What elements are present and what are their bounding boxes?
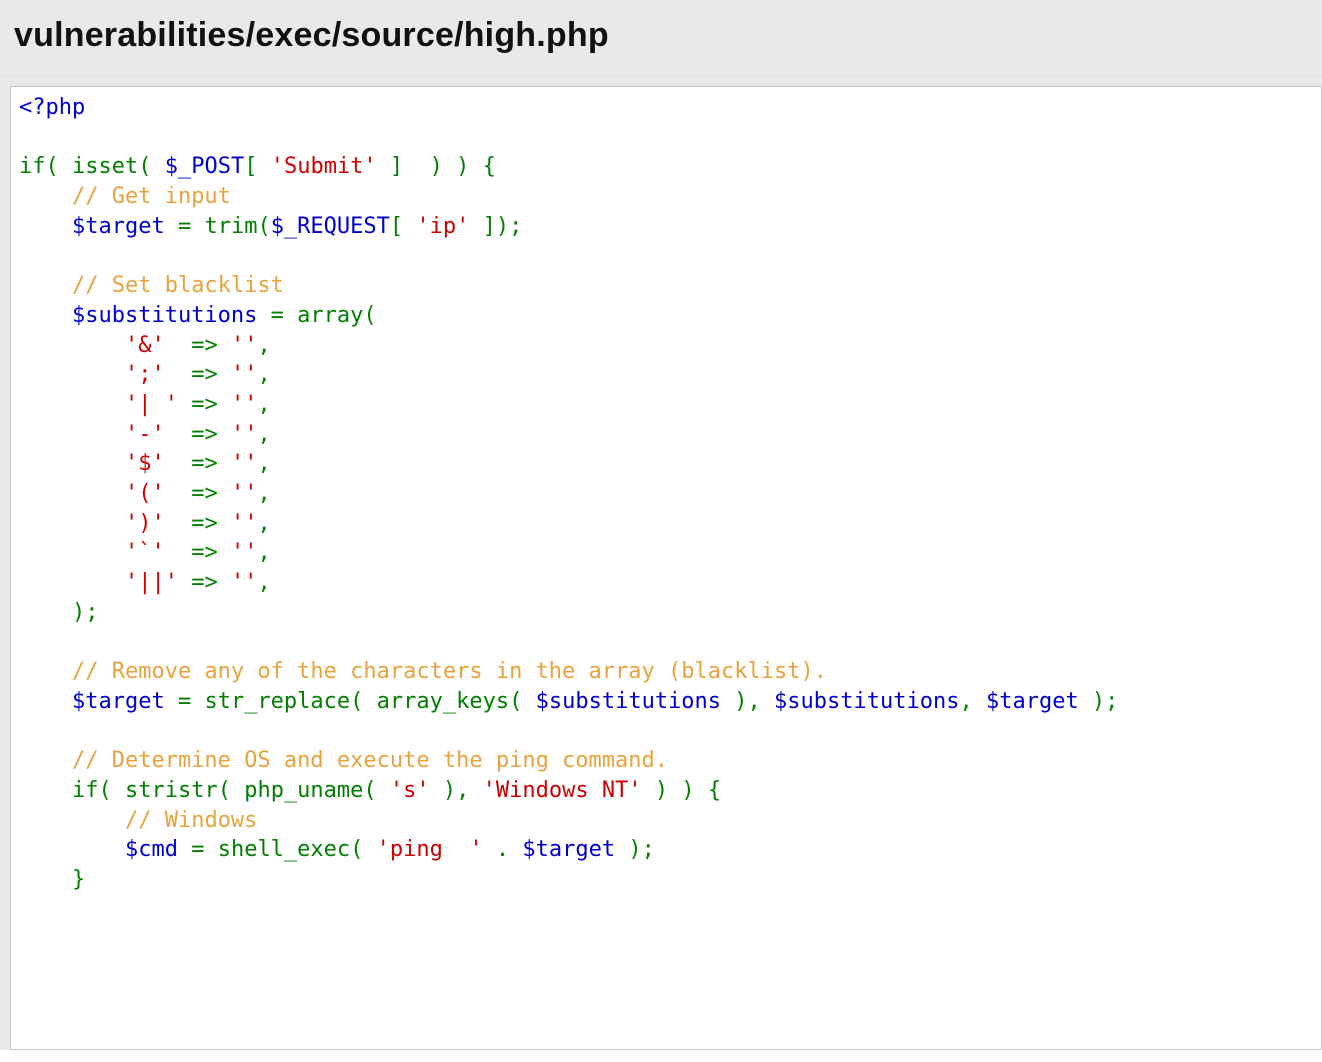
- code-token: =: [165, 214, 205, 239]
- code-token: =>: [165, 540, 231, 565]
- code-token: $substitutions: [536, 689, 721, 714]
- code-token: '-': [125, 422, 165, 447]
- code-token: isset: [72, 154, 138, 179]
- code-token: ,: [257, 570, 270, 595]
- code-token: );: [615, 837, 655, 862]
- code-token: '': [231, 540, 258, 565]
- code-token: $target: [986, 689, 1079, 714]
- code-token: '| ': [125, 392, 178, 417]
- code-token: php_uname: [244, 778, 363, 803]
- code-token: (: [363, 778, 390, 803]
- code-token: (: [98, 778, 125, 803]
- code-token: 'ping ': [377, 837, 483, 862]
- code-token: // Windows: [125, 808, 257, 833]
- code-token: $_POST: [165, 154, 244, 179]
- code-token: $cmd: [125, 837, 178, 862]
- code-token: if: [72, 778, 99, 803]
- code-token: =>: [165, 511, 231, 536]
- code-token: $substitutions: [774, 689, 959, 714]
- code-token: '': [231, 481, 258, 506]
- code-token: '': [231, 451, 258, 476]
- code-token: // Remove any of the characters in the a…: [72, 659, 827, 684]
- code-token: '': [231, 511, 258, 536]
- code-token: ,: [257, 333, 270, 358]
- code-token: ,: [257, 362, 270, 387]
- page-header: vulnerabilities/exec/source/high.php: [0, 0, 1322, 76]
- code-token: (: [350, 837, 377, 862]
- code-token: $target: [522, 837, 615, 862]
- code-token: =: [257, 303, 297, 328]
- code-token: ,: [257, 481, 270, 506]
- code-token: $target: [72, 689, 165, 714]
- code-token: ,: [257, 392, 270, 417]
- code-token: '': [231, 422, 258, 447]
- code-token: '&': [125, 333, 165, 358]
- code-token: }: [72, 867, 85, 892]
- code-token: [: [390, 214, 417, 239]
- code-token: '(': [125, 481, 165, 506]
- code-token: '': [231, 333, 258, 358]
- code-token: $_REQUEST: [271, 214, 390, 239]
- code-token: (: [257, 214, 270, 239]
- code-token: =>: [165, 481, 231, 506]
- code-token: );: [1079, 689, 1119, 714]
- code-token: (: [350, 689, 377, 714]
- code-token: ,: [257, 422, 270, 447]
- code-token: ';': [125, 362, 165, 387]
- code-token: $substitutions: [72, 303, 257, 328]
- source-code-block[interactable]: <?php if( isset( $_POST[ 'Submit' ] ) ) …: [10, 86, 1322, 1050]
- code-token: '||': [125, 570, 178, 595]
- code-token: <?php: [19, 95, 85, 120]
- code-token: ,: [257, 451, 270, 476]
- code-token: ] ) ) {: [377, 154, 496, 179]
- page-title: vulnerabilities/exec/source/high.php: [14, 16, 1308, 55]
- code-token: =>: [165, 362, 231, 387]
- code-token: stristr: [125, 778, 218, 803]
- code-token: array_keys: [377, 689, 509, 714]
- code-token: 'ip': [416, 214, 469, 239]
- code-token: ')': [125, 511, 165, 536]
- code-token: );: [72, 600, 99, 625]
- code-token: trim: [204, 214, 257, 239]
- code-token: '$': [125, 451, 165, 476]
- code-token: // Determine OS and execute the ping com…: [72, 748, 668, 773]
- code-token: =: [178, 837, 218, 862]
- code-token: =>: [165, 451, 231, 476]
- code-token: ),: [721, 689, 774, 714]
- code-token: ,: [257, 511, 270, 536]
- code-token: 's': [390, 778, 430, 803]
- code-token: $target: [72, 214, 165, 239]
- code-token: // Get input: [72, 184, 231, 209]
- code-token: =>: [165, 422, 231, 447]
- code-token: '': [231, 362, 258, 387]
- code-token: =>: [178, 570, 231, 595]
- code-token: (: [509, 689, 536, 714]
- code-token: // Set blacklist: [72, 273, 284, 298]
- code-token: ]);: [469, 214, 522, 239]
- code-token: 'Windows NT': [483, 778, 642, 803]
- code-token: if: [19, 154, 46, 179]
- code-token: .: [483, 837, 523, 862]
- code-token: ,: [959, 689, 986, 714]
- code-token: ),: [430, 778, 483, 803]
- code-token: 'Submit': [271, 154, 377, 179]
- code-token: =: [165, 689, 205, 714]
- code-token: str_replace: [204, 689, 350, 714]
- code-token: array: [297, 303, 363, 328]
- code-token: '`': [125, 540, 165, 565]
- code-token: shell_exec: [218, 837, 350, 862]
- code-token: =>: [165, 333, 231, 358]
- code-token: (: [363, 303, 376, 328]
- code-token: '': [231, 570, 258, 595]
- code-token: (: [46, 154, 73, 179]
- code-token: (: [138, 154, 165, 179]
- code-token: ) ) {: [642, 778, 721, 803]
- code-token: (: [218, 778, 245, 803]
- code-token: [: [244, 154, 271, 179]
- code-token: ,: [257, 540, 270, 565]
- code-token: '': [231, 392, 258, 417]
- code-token: =>: [178, 392, 231, 417]
- code-container: <?php if( isset( $_POST[ 'Submit' ] ) ) …: [0, 76, 1322, 1050]
